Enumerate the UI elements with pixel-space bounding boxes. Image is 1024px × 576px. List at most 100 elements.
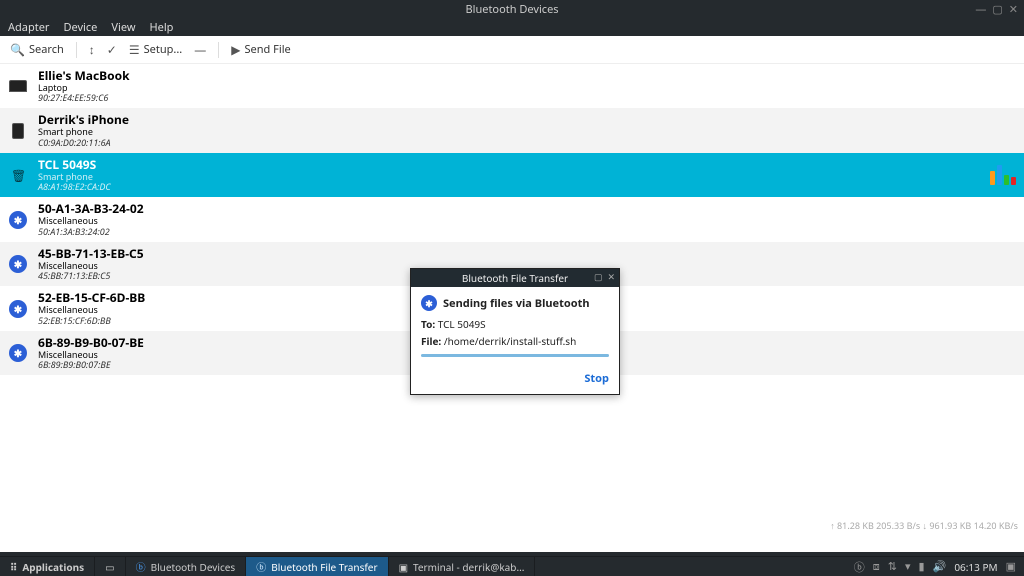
device-icon-wrapper: ✱	[8, 343, 28, 363]
menu-device[interactable]: Device	[63, 20, 97, 35]
menubar: Adapter Device View Help	[0, 18, 1024, 36]
device-row[interactable]: ✱ 50-A1-3A-B3-24-02Miscellaneous50:A1:3A:…	[0, 197, 1024, 241]
terminal-icon: ▣	[399, 560, 408, 574]
bluetooth-icon: ✱	[9, 300, 27, 318]
file-transfer-dialog: Bluetooth File Transfer ▢ ✕ ✱ Sending fi…	[410, 268, 620, 395]
dialog-titlebar: Bluetooth File Transfer ▢ ✕	[411, 269, 619, 287]
menu-help[interactable]: Help	[149, 20, 173, 35]
dialog-file-row: File: /home/derrik/install-stuff.sh	[421, 334, 609, 348]
device-icon-wrapper	[8, 76, 28, 96]
device-body: Derrik's iPhoneSmart phoneC0:9A:D0:20:11…	[38, 113, 129, 147]
send-file-label: Send File	[244, 42, 290, 57]
device-mac: 45:BB:71:13:EB:C5	[38, 271, 144, 281]
menu-view[interactable]: View	[111, 20, 135, 35]
desktop-icon: ▭	[105, 560, 114, 574]
device-mac: 6B:89:B9:B0:07:BE	[38, 360, 144, 370]
taskbar-item-file-transfer[interactable]: ⓑ Bluetooth File Transfer	[246, 557, 388, 576]
device-mac: 90:27:E4:EE:59:C6	[38, 93, 130, 103]
send-icon: ▶	[231, 41, 240, 58]
applications-label: Applications	[22, 560, 84, 574]
check-icon[interactable]: ✓	[107, 41, 117, 58]
window-titlebar: Bluetooth Devices — ▢ ✕	[0, 0, 1024, 18]
device-icon-wrapper: 🗑	[8, 165, 28, 185]
dialog-maximize-icon[interactable]: ▢	[594, 270, 603, 283]
dialog-to-row: To: TCL 5049S	[421, 317, 609, 331]
toolbar-separator	[76, 42, 77, 58]
device-body: TCL 5049SSmart phoneA8:A1:98:E2:CA:DC	[38, 158, 111, 192]
taskbar: ⠿ Applications ▭ ⓑ Bluetooth Devices ⓑ B…	[0, 556, 1024, 576]
bluetooth-icon: ✱	[9, 255, 27, 273]
taskbar-item-1-label: Bluetooth Devices	[151, 560, 236, 574]
taskbar-left: ⠿ Applications ▭ ⓑ Bluetooth Devices ⓑ B…	[0, 557, 535, 576]
list-icon: ☰	[129, 41, 140, 58]
taskbar-desktop[interactable]: ▭	[95, 557, 125, 576]
remove-icon[interactable]: —	[194, 41, 206, 58]
taskbar-item-bluetooth-devices[interactable]: ⓑ Bluetooth Devices	[126, 557, 247, 576]
dialog-to-label: To:	[421, 317, 435, 331]
bluetooth-icon: ✱	[9, 344, 27, 362]
tray-dropbox-icon[interactable]: ⧈	[873, 559, 880, 574]
progress-bar	[421, 354, 609, 357]
device-icon-wrapper: ✱	[8, 299, 28, 319]
taskbar-item-2-label: Bluetooth File Transfer	[271, 560, 377, 574]
device-body: 52-EB-15-CF-6D-BBMiscellaneous52:EB:15:C…	[38, 291, 145, 325]
device-mac: C0:9A:D0:20:11:6A	[38, 138, 129, 148]
tray-bluetooth-icon[interactable]: ⓑ	[854, 559, 865, 575]
taskbar-item-terminal[interactable]: ▣ Terminal - derrik@kab...	[389, 557, 536, 576]
sort-updown-icon[interactable]: ↕	[89, 41, 95, 58]
window-title: Bluetooth Devices	[465, 2, 558, 17]
dialog-file-value: /home/derrik/install-stuff.sh	[444, 334, 576, 348]
tray-wifi-icon[interactable]: ▾	[905, 559, 911, 574]
dialog-to-value: TCL 5049S	[438, 317, 486, 331]
setup-label: Setup...	[144, 42, 183, 57]
phone-icon	[12, 123, 24, 139]
applications-grid-icon: ⠿	[10, 560, 17, 574]
dialog-heading-row: ✱ Sending files via Bluetooth	[421, 295, 609, 311]
bluetooth-icon: ⓑ	[136, 559, 146, 574]
minimize-icon[interactable]: —	[975, 2, 986, 17]
device-icon-wrapper: ✱	[8, 210, 28, 230]
device-icon-wrapper: ✱	[8, 254, 28, 274]
network-status: ↑ 81.28 KB 205.33 B/s ↓ 961.93 KB 14.20 …	[828, 519, 1020, 532]
window-controls: — ▢ ✕	[975, 2, 1018, 17]
maximize-icon[interactable]: ▢	[992, 2, 1002, 17]
tray-user-icon[interactable]: ▣	[1006, 559, 1016, 574]
dialog-title: Bluetooth File Transfer	[462, 271, 568, 285]
taskbar-clock[interactable]: 06:13 PM	[954, 560, 997, 574]
search-icon: 🔍	[10, 41, 25, 58]
send-file-button[interactable]: ▶ Send File	[231, 41, 291, 58]
bluetooth-icon: ✱	[9, 211, 27, 229]
device-row[interactable]: Ellie's MacBookLaptop90:27:E4:EE:59:C6	[0, 64, 1024, 108]
device-row[interactable]: Derrik's iPhoneSmart phoneC0:9A:D0:20:11…	[0, 108, 1024, 152]
search-button[interactable]: 🔍 Search	[10, 41, 64, 58]
taskbar-right: ⓑ ⧈ ⇅ ▾ ▮ 🔊 06:13 PM ▣	[854, 559, 1024, 575]
search-label: Search	[29, 42, 64, 57]
taskbar-applications[interactable]: ⠿ Applications	[0, 557, 95, 576]
dialog-body: ✱ Sending files via Bluetooth To: TCL 50…	[411, 287, 619, 365]
device-mac: 52:EB:15:CF:6D:BB	[38, 316, 145, 326]
close-icon[interactable]: ✕	[1009, 2, 1018, 17]
laptop-icon	[9, 80, 27, 92]
stop-button[interactable]: Stop	[584, 371, 609, 386]
tray-volume-icon[interactable]: 🔊	[933, 559, 947, 574]
device-body: Ellie's MacBookLaptop90:27:E4:EE:59:C6	[38, 69, 130, 103]
device-body: 50-A1-3A-B3-24-02Miscellaneous50:A1:3A:B…	[38, 202, 144, 236]
dialog-controls: ▢ ✕	[594, 270, 615, 283]
main-window: 🔍 Search ↕ ✓ ☰ Setup... — ▶ Send File El…	[0, 36, 1024, 552]
device-body: 45-BB-71-13-EB-C5Miscellaneous45:BB:71:1…	[38, 247, 144, 281]
device-body: 6B-89-B9-B0-07-BEMiscellaneous6B:89:B9:B…	[38, 336, 144, 370]
dialog-heading: Sending files via Bluetooth	[443, 296, 590, 311]
device-row[interactable]: 🗑 TCL 5049SSmart phoneA8:A1:98:E2:CA:DC	[0, 153, 1024, 197]
taskbar-item-3-label: Terminal - derrik@kab...	[413, 560, 524, 574]
menu-adapter[interactable]: Adapter	[8, 20, 49, 35]
setup-button[interactable]: ☰ Setup...	[129, 41, 182, 58]
device-mac: 50:A1:3A:B3:24:02	[38, 227, 144, 237]
toolbar: 🔍 Search ↕ ✓ ☰ Setup... — ▶ Send File	[0, 36, 1024, 64]
trash-icon: 🗑	[11, 167, 25, 183]
dialog-close-icon[interactable]: ✕	[607, 270, 615, 283]
device-service-icons	[990, 165, 1016, 185]
device-icon-wrapper	[8, 121, 28, 141]
tray-network-icon[interactable]: ⇅	[888, 559, 897, 574]
tray-battery-icon[interactable]: ▮	[919, 559, 925, 574]
bluetooth-icon: ✱	[421, 295, 437, 311]
